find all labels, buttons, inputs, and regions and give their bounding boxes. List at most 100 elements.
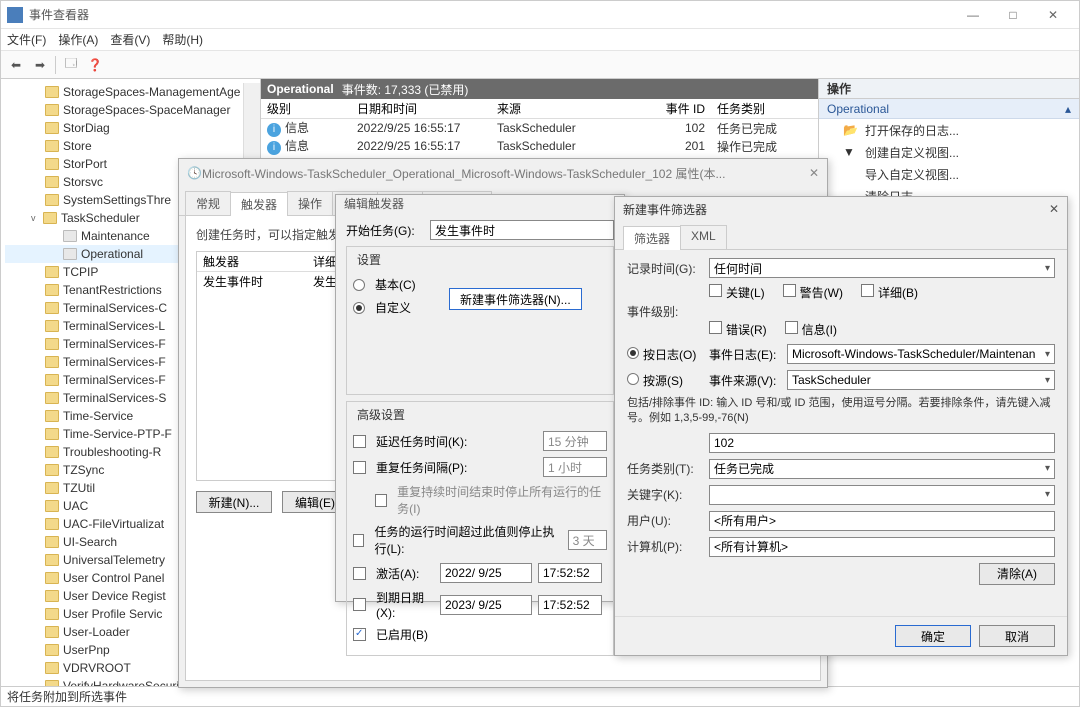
actions-section[interactable]: Operational▴: [819, 99, 1079, 119]
new-event-filter-button[interactable]: 新建事件筛选器(N)...: [449, 288, 582, 310]
stop-after-dropdown[interactable]: 3 天: [568, 530, 607, 550]
task-category-label: 任务类别(T):: [627, 460, 701, 477]
col-category[interactable]: 任务类别: [711, 100, 818, 117]
minimize-button[interactable]: —: [953, 1, 993, 29]
info-icon: i: [267, 123, 281, 137]
by-log-radio[interactable]: [627, 347, 639, 359]
computer-label: 计算机(P):: [627, 538, 701, 555]
action-create-custom-view[interactable]: ▼创建自定义视图...: [819, 141, 1079, 163]
warning-checkbox[interactable]: [783, 284, 796, 297]
advanced-legend: 高级设置: [353, 406, 409, 423]
tab-triggers[interactable]: 触发器: [230, 192, 288, 216]
ok-button[interactable]: 确定: [895, 625, 971, 647]
close-button[interactable]: ✕: [1033, 1, 1073, 29]
tab-actions[interactable]: 操作: [287, 191, 333, 215]
import-icon: [843, 167, 857, 181]
events-header: Operational事件数: 17,333 (已禁用): [261, 79, 818, 99]
custom-radio[interactable]: [353, 302, 365, 314]
tree-item[interactable]: StorageSpaces-ManagementAge: [5, 83, 260, 101]
close-icon[interactable]: ✕: [1049, 202, 1059, 216]
basic-radio[interactable]: [353, 279, 365, 291]
verbose-checkbox[interactable]: [861, 284, 874, 297]
folder-open-icon: 📂: [843, 123, 857, 137]
expire-date[interactable]: 2023/ 9/25: [440, 595, 532, 615]
col-source[interactable]: 来源: [491, 100, 641, 117]
maximize-button[interactable]: □: [993, 1, 1033, 29]
window-title: 事件查看器: [29, 6, 89, 23]
activate-date[interactable]: 2022/ 9/25: [440, 563, 532, 583]
new-trigger-button[interactable]: 新建(N)...: [196, 491, 272, 513]
id-note: 包括/排除事件 ID: 输入 ID 号和/或 ID 范围，使用逗号分隔。若要排除…: [627, 396, 1055, 427]
by-source-radio[interactable]: [627, 373, 639, 385]
tab-general[interactable]: 常规: [185, 191, 231, 215]
forward-button[interactable]: ➡: [29, 54, 51, 76]
back-button[interactable]: ⬅: [5, 54, 27, 76]
start-task-label: 开始任务(G):: [346, 222, 424, 239]
toolbar-icon-1[interactable]: 🗔: [60, 54, 82, 76]
dialog-title: 🕓 Microsoft-Windows-TaskScheduler_Operat…: [179, 159, 827, 187]
repeat-checkbox[interactable]: [353, 461, 366, 474]
trigger-col-name[interactable]: 触发器: [197, 253, 307, 270]
menu-view[interactable]: 查看(V): [110, 31, 150, 48]
cancel-button[interactable]: 取消: [979, 625, 1055, 647]
menu-help[interactable]: 帮助(H): [162, 31, 203, 48]
close-icon[interactable]: ✕: [809, 166, 819, 180]
start-task-dropdown[interactable]: 发生事件时: [430, 220, 614, 240]
tab-filter[interactable]: 筛选器: [623, 226, 681, 250]
grid-row[interactable]: i信息 2022/9/25 16:55:17 TaskScheduler 201…: [261, 137, 818, 155]
grid-header: 级别 日期和时间 来源 事件 ID 任务类别: [261, 99, 818, 119]
info-checkbox[interactable]: [785, 321, 798, 334]
logged-time-dropdown[interactable]: 任何时间: [709, 258, 1055, 278]
action-import-custom-view[interactable]: 导入自定义视图...: [819, 163, 1079, 185]
repeat-dropdown[interactable]: 1 小时: [543, 457, 607, 477]
logged-time-label: 记录时间(G):: [627, 260, 701, 277]
clock-icon: 🕓: [187, 166, 202, 180]
delay-dropdown[interactable]: 15 分钟: [543, 431, 607, 451]
expire-time[interactable]: 17:52:52: [538, 595, 602, 615]
critical-checkbox[interactable]: [709, 284, 722, 297]
task-category-dropdown[interactable]: 任务已完成: [709, 459, 1055, 479]
col-id[interactable]: 事件 ID: [641, 100, 711, 117]
user-input[interactable]: <所有用户>: [709, 511, 1055, 531]
tree-item[interactable]: StorDiag: [5, 119, 260, 137]
col-date[interactable]: 日期和时间: [351, 100, 491, 117]
grid-row[interactable]: i信息 2022/9/25 16:55:17 TaskScheduler 102…: [261, 119, 818, 137]
col-level[interactable]: 级别: [261, 100, 351, 117]
info-icon: i: [267, 141, 281, 155]
dialog-title: 新建事件筛选器 ✕: [615, 197, 1067, 221]
edit-trigger-dialog: 编辑触发器 开始任务(G): 发生事件时 设置 基本(C) 自定义 新建事件筛选…: [335, 194, 625, 602]
stop-after-checkbox[interactable]: [353, 534, 364, 547]
activate-time[interactable]: 17:52:52: [538, 563, 602, 583]
delay-checkbox[interactable]: [353, 435, 366, 448]
user-label: 用户(U):: [627, 512, 701, 529]
tab-xml[interactable]: XML: [680, 225, 727, 249]
menu-file[interactable]: 文件(F): [7, 31, 46, 48]
enabled-checkbox[interactable]: [353, 628, 366, 641]
event-log-dropdown[interactable]: Microsoft-Windows-TaskScheduler/Maintena…: [787, 344, 1055, 364]
tree-item[interactable]: Store: [5, 137, 260, 155]
menu-action[interactable]: 操作(A): [58, 31, 98, 48]
statusbar: 将任务附加到所选事件: [1, 686, 1079, 706]
dialog-title: 编辑触发器: [336, 195, 624, 212]
app-icon: [7, 7, 23, 23]
toolbar-icon-2[interactable]: ❓: [84, 54, 106, 76]
toolbar: ⬅ ➡ 🗔 ❓: [1, 51, 1079, 79]
repeat-stop-checkbox: [375, 494, 387, 507]
titlebar: 事件查看器 — □ ✕: [1, 1, 1079, 29]
computer-input[interactable]: <所有计算机>: [709, 537, 1055, 557]
keyword-dropdown[interactable]: [709, 485, 1055, 505]
menubar: 文件(F) 操作(A) 查看(V) 帮助(H): [1, 29, 1079, 51]
error-checkbox[interactable]: [709, 321, 722, 334]
funnel-icon: ▼: [843, 145, 857, 159]
activate-checkbox[interactable]: [353, 567, 366, 580]
expire-checkbox[interactable]: [353, 598, 366, 611]
tree-item[interactable]: StorageSpaces-SpaceManager: [5, 101, 260, 119]
event-source-dropdown[interactable]: TaskScheduler: [787, 370, 1055, 390]
event-id-input[interactable]: 102: [709, 433, 1055, 453]
actions-title: 操作: [819, 79, 1079, 99]
settings-legend: 设置: [353, 251, 385, 268]
action-open-saved-log[interactable]: 📂打开保存的日志...: [819, 119, 1079, 141]
clear-button[interactable]: 清除(A): [979, 563, 1055, 585]
event-log-label: 事件日志(E):: [709, 346, 779, 363]
event-level-label: 事件级别:: [627, 303, 701, 320]
